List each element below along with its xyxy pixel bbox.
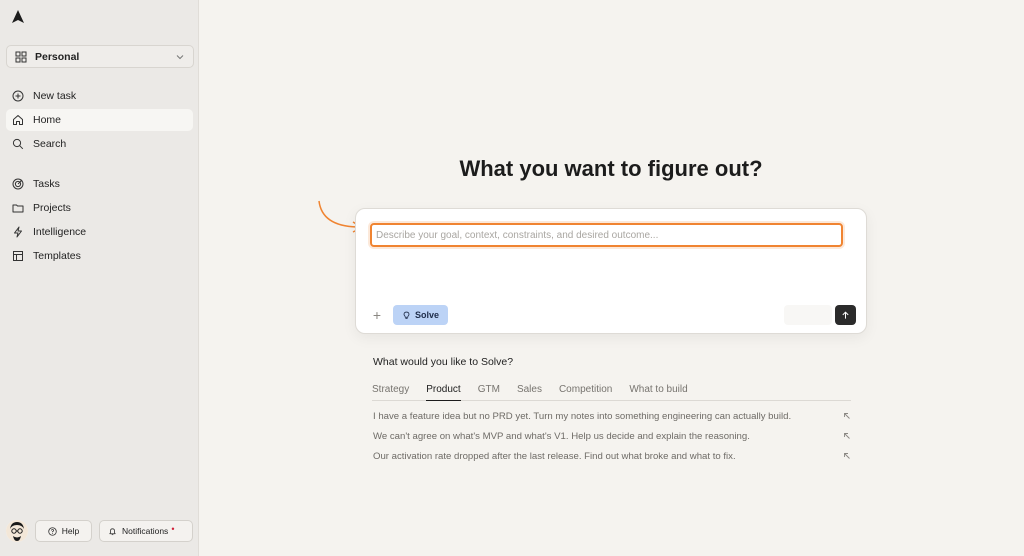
send-button[interactable] bbox=[835, 305, 856, 325]
avatar[interactable] bbox=[6, 520, 28, 542]
bell-icon bbox=[109, 527, 116, 535]
search-icon bbox=[12, 138, 24, 150]
suggestion-item[interactable]: We can't agree on what's MVP and what's … bbox=[373, 429, 851, 443]
nav-label: New task bbox=[33, 90, 77, 102]
suggestion-tabs: Strategy Product GTM Sales Competition W… bbox=[372, 383, 851, 401]
goal-input[interactable] bbox=[370, 223, 843, 247]
sidebar-footer: Help Notifications • bbox=[6, 520, 200, 542]
nav-label: Templates bbox=[33, 250, 81, 262]
chevron-down-icon bbox=[176, 54, 184, 59]
workspace-label: Personal bbox=[35, 50, 80, 63]
task-composer: + Solve bbox=[355, 208, 867, 334]
suggestions-heading: What would you like to Solve? bbox=[373, 356, 514, 368]
help-label: Help bbox=[61, 526, 80, 536]
home-icon bbox=[13, 115, 23, 125]
nav-label: Intelligence bbox=[33, 226, 87, 238]
nav-label: Search bbox=[33, 138, 67, 150]
layout-icon bbox=[13, 251, 23, 261]
bolt-icon bbox=[14, 226, 22, 238]
tab-strategy[interactable]: Strategy bbox=[372, 383, 409, 401]
nav-intelligence[interactable]: Intelligence bbox=[6, 221, 193, 243]
sidebar: Personal New task Home Search Tasks Proj… bbox=[0, 0, 199, 556]
nav-new-task[interactable]: New task bbox=[6, 85, 193, 107]
help-circle-icon bbox=[48, 526, 57, 536]
suggestion-text: Our activation rate dropped after the la… bbox=[373, 450, 736, 462]
help-button[interactable]: Help bbox=[35, 520, 92, 542]
solve-label: Solve bbox=[414, 310, 439, 320]
mode-selector[interactable] bbox=[784, 305, 832, 325]
tab-product[interactable]: Product bbox=[426, 383, 461, 401]
suggestion-text: We can't agree on what's MVP and what's … bbox=[373, 430, 750, 442]
suggestion-item[interactable]: I have a feature idea but no PRD yet. Tu… bbox=[373, 409, 851, 423]
arrow-up-left-icon bbox=[844, 453, 850, 459]
nav-projects[interactable]: Projects bbox=[6, 197, 193, 219]
notifications-label: Notifications bbox=[122, 526, 169, 536]
tab-competition[interactable]: Competition bbox=[559, 383, 612, 401]
target-icon bbox=[12, 178, 24, 190]
nav-templates[interactable]: Templates bbox=[6, 245, 193, 267]
page-title: What you want to figure out? bbox=[459, 156, 763, 181]
logo-icon[interactable] bbox=[11, 10, 25, 24]
arrow-up-icon bbox=[842, 310, 849, 319]
tab-gtm[interactable]: GTM bbox=[478, 383, 500, 401]
nav-label: Projects bbox=[33, 202, 71, 214]
suggestion-item[interactable]: Our activation rate dropped after the la… bbox=[373, 449, 851, 463]
nav-label: Home bbox=[33, 114, 62, 126]
grid-icon bbox=[15, 51, 27, 62]
folder-icon bbox=[12, 204, 24, 213]
notifications-button[interactable]: Notifications • bbox=[99, 520, 193, 542]
nav-label: Tasks bbox=[33, 178, 60, 190]
lightbulb-icon bbox=[403, 311, 410, 319]
arrow-up-left-icon bbox=[844, 413, 850, 419]
workspace-selector[interactable]: Personal bbox=[6, 45, 194, 68]
notification-indicator: • bbox=[171, 524, 175, 534]
plus-circle-icon bbox=[12, 90, 24, 102]
nav-search[interactable]: Search bbox=[6, 133, 193, 155]
arrow-up-left-icon bbox=[844, 433, 850, 439]
avatar-face-icon bbox=[6, 520, 28, 542]
nav-tasks[interactable]: Tasks bbox=[6, 173, 193, 195]
attach-plus-icon[interactable]: + bbox=[371, 308, 383, 322]
nav-home[interactable]: Home bbox=[6, 109, 193, 131]
solve-button[interactable]: Solve bbox=[393, 305, 448, 325]
tab-sales[interactable]: Sales bbox=[517, 383, 542, 401]
suggestion-text: I have a feature idea but no PRD yet. Tu… bbox=[373, 410, 792, 422]
tab-what-to-build[interactable]: What to build bbox=[629, 383, 687, 401]
